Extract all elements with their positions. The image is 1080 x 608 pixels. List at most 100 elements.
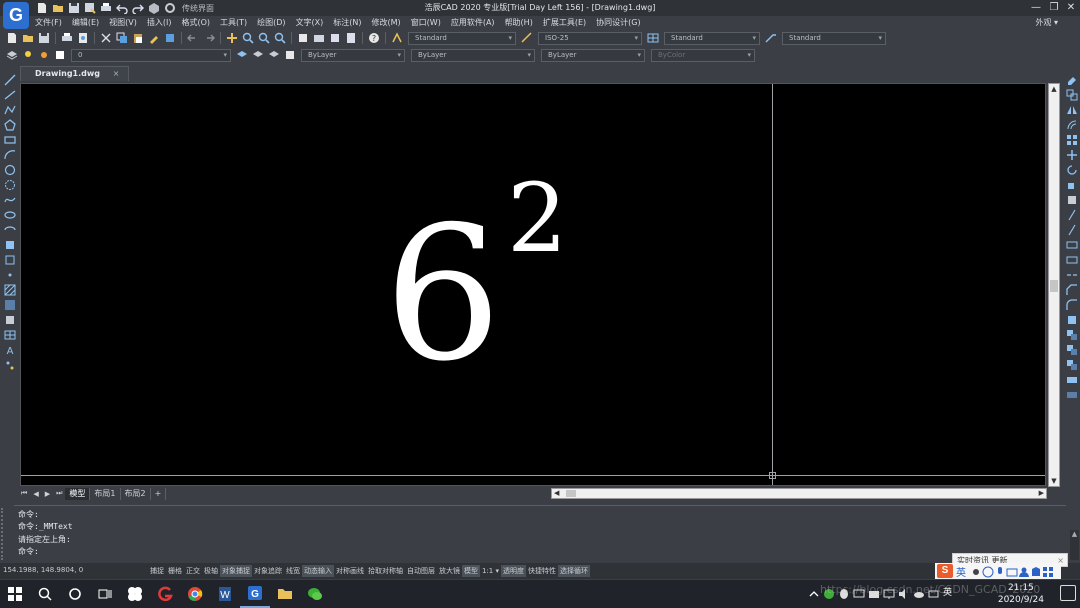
drawing-canvas[interactable]: 6 2 — [20, 83, 1046, 486]
rotate-icon[interactable] — [1066, 164, 1077, 175]
ellipse-icon[interactable] — [3, 209, 16, 220]
status-toggle[interactable]: 透明度 — [501, 565, 527, 577]
group-icon[interactable] — [1066, 344, 1077, 355]
layer-states-icon[interactable] — [268, 49, 280, 61]
erase-icon[interactable] — [1066, 74, 1077, 85]
restore-button[interactable]: ❐ — [1046, 0, 1062, 16]
status-toggle[interactable]: 对象追踪 — [252, 565, 284, 577]
horizontal-scrollbar[interactable]: ◀ ▶ — [551, 488, 1047, 499]
menu-draw[interactable]: 绘图(D) — [252, 16, 290, 30]
save-icon[interactable] — [38, 32, 50, 44]
workspace-dropdown[interactable]: 传统界面 — [182, 3, 214, 14]
scroll-up-icon[interactable]: ▲ — [1049, 85, 1059, 93]
next-layout-icon[interactable]: ▶ — [45, 490, 50, 498]
tool-palette-icon[interactable] — [329, 32, 341, 44]
help-icon[interactable]: ? — [368, 32, 380, 44]
offset-icon[interactable] — [1066, 119, 1077, 130]
break-icon[interactable] — [1066, 254, 1077, 265]
coordinate-readout[interactable]: 154.1988, 148.9804, 0 — [3, 566, 83, 574]
region-icon[interactable] — [4, 314, 15, 325]
multileader-style-dropdown[interactable]: Standard — [782, 31, 886, 45]
polyline-icon[interactable] — [3, 104, 16, 115]
revision-cloud-icon[interactable] — [4, 179, 15, 190]
text-style-dropdown[interactable]: Standard — [408, 31, 516, 45]
tray-cloud-icon[interactable] — [913, 588, 924, 599]
break-at-point-icon[interactable] — [1066, 239, 1077, 250]
task-view-icon[interactable] — [90, 580, 120, 608]
text-style-icon[interactable] — [391, 32, 403, 44]
tray-mail-icon[interactable] — [868, 588, 879, 599]
user-icon[interactable] — [1018, 566, 1029, 577]
system-clock[interactable]: 21:15 2020/9/24 — [998, 582, 1044, 606]
new-icon[interactable] — [6, 32, 18, 44]
search-icon[interactable] — [30, 580, 60, 608]
tab-layout1[interactable]: 布局1 — [90, 487, 121, 500]
status-toggle[interactable]: 自动图层 — [405, 565, 437, 577]
first-layout-icon[interactable]: ⏮ — [21, 489, 27, 498]
tray-penguin-icon[interactable] — [838, 588, 849, 599]
paste-icon[interactable] — [132, 32, 144, 44]
copy-icon[interactable] — [116, 32, 128, 44]
align-icon[interactable] — [1066, 374, 1077, 385]
volume-icon[interactable] — [898, 588, 909, 599]
print-icon[interactable] — [61, 32, 73, 44]
pan-icon[interactable] — [226, 32, 238, 44]
status-toggle[interactable]: 放大镜 — [437, 565, 462, 577]
ime-logo[interactable]: S — [937, 564, 953, 578]
circle-icon[interactable] — [4, 164, 15, 176]
menu-collab[interactable]: 协同设计(G) — [591, 16, 645, 30]
vertical-scroll-thumb[interactable] — [1050, 280, 1058, 292]
block-editor-icon[interactable] — [164, 32, 176, 44]
chrome-icon[interactable] — [180, 580, 210, 608]
table-style-dropdown[interactable]: Standard — [664, 31, 760, 45]
gallery-app-icon[interactable] — [120, 580, 150, 608]
app-logo[interactable]: G — [3, 2, 29, 29]
menu-view[interactable]: 视图(V) — [104, 16, 142, 30]
array-icon[interactable] — [1066, 134, 1077, 145]
minimize-button[interactable]: — — [1028, 0, 1044, 16]
status-toggle[interactable]: 对称画线 — [334, 565, 366, 577]
emoji-icon[interactable] — [982, 566, 994, 578]
open-folder-icon[interactable] — [52, 2, 64, 14]
layer-previous-icon[interactable] — [252, 49, 264, 61]
menu-text[interactable]: 文字(X) — [291, 16, 329, 30]
command-window-toggle[interactable]: ▲ — [1070, 530, 1079, 560]
menu-file[interactable]: 文件(F) — [30, 16, 67, 30]
layer-on-icon[interactable] — [22, 49, 34, 61]
last-layout-icon[interactable]: ⏭ — [56, 489, 62, 498]
tray-app-green-icon[interactable] — [823, 588, 834, 599]
make-current-layer-icon[interactable] — [236, 49, 248, 61]
save-icon[interactable] — [68, 2, 80, 14]
add-selected-icon[interactable] — [4, 359, 15, 370]
menu-window[interactable]: 窗口(W) — [406, 16, 446, 30]
command-window-grip[interactable] — [1, 508, 13, 560]
undo-icon[interactable] — [187, 32, 199, 44]
layer-thaw-icon[interactable] — [38, 49, 50, 61]
status-toggle[interactable]: 1:1 ▾ — [480, 565, 501, 577]
menu-tools[interactable]: 工具(T) — [215, 16, 252, 30]
layer-color-swatch-icon[interactable] — [54, 49, 66, 61]
stretch-icon[interactable] — [1066, 194, 1077, 205]
status-toggle[interactable]: 线宽 — [284, 565, 302, 577]
trim-icon[interactable] — [1066, 209, 1077, 221]
zoom-window-icon[interactable] — [258, 32, 270, 44]
status-toggle[interactable]: 快捷特性 — [526, 565, 558, 577]
linetype-dropdown[interactable]: ByLayer — [411, 48, 535, 62]
table-icon[interactable] — [4, 329, 15, 340]
toolbox-icon[interactable] — [1042, 566, 1053, 577]
wechat-icon[interactable] — [300, 580, 330, 608]
match-properties-icon[interactable] — [148, 32, 160, 44]
plot-icon[interactable] — [100, 2, 112, 14]
table-style-icon[interactable] — [647, 32, 659, 44]
arc-icon[interactable] — [3, 149, 15, 160]
tab-layout2[interactable]: 布局2 — [121, 487, 151, 500]
undo-icon[interactable] — [116, 2, 128, 14]
file-explorer-icon[interactable] — [270, 580, 300, 608]
hatch-icon[interactable] — [4, 284, 15, 296]
zoom-realtime-icon[interactable] — [242, 32, 254, 44]
menu-insert[interactable]: 插入(I) — [142, 16, 177, 30]
cube-icon[interactable] — [148, 2, 160, 14]
microphone-icon[interactable] — [994, 566, 1004, 576]
cut-icon[interactable] — [100, 32, 112, 44]
command-window[interactable]: 命令: 命令:_MMText 请指定左上角: 命令: — [14, 505, 1066, 562]
